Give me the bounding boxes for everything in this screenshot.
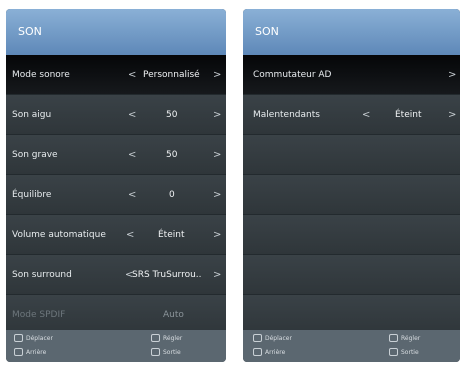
hint-exit: Sortie xyxy=(389,348,419,356)
hint-label: Sortie xyxy=(163,348,181,356)
hint-label: Régler xyxy=(163,334,183,342)
chevron-left-icon[interactable]: < xyxy=(128,69,136,80)
row-label: Son aigu xyxy=(12,109,52,120)
hint-move: Déplacer xyxy=(14,334,53,342)
exit-icon xyxy=(151,348,160,356)
chevron-left-icon[interactable]: < xyxy=(128,189,136,200)
empty-row xyxy=(243,255,460,295)
row-label: Commutateur AD xyxy=(253,69,332,80)
hint-exit: Sortie xyxy=(151,348,181,356)
ok-icon xyxy=(389,334,398,342)
empty-row xyxy=(243,295,460,335)
chevron-left-icon[interactable]: < xyxy=(362,109,370,120)
menu-title: SON xyxy=(243,9,460,55)
row-label: Équilibre xyxy=(12,189,52,200)
chevron-right-icon[interactable]: > xyxy=(213,229,221,240)
row-value: Éteint xyxy=(158,229,185,240)
chevron-right-icon[interactable]: > xyxy=(213,189,221,200)
row-volume-automatique[interactable]: Volume automatique < Éteint > xyxy=(6,215,226,255)
row-label: Malentendants xyxy=(253,109,320,120)
hint-back: Arrière xyxy=(14,348,46,356)
hint-label: Arrière xyxy=(26,348,47,356)
chevron-right-icon[interactable]: > xyxy=(213,149,221,160)
back-icon xyxy=(253,348,262,356)
row-malentendants[interactable]: Malentendants < Éteint > xyxy=(243,95,460,135)
hint-back: Arrière xyxy=(253,348,285,356)
back-icon xyxy=(14,348,23,356)
ok-icon xyxy=(151,334,160,342)
hint-adjust: Régler xyxy=(151,334,182,342)
hint-label: Régler xyxy=(401,334,421,342)
row-value: Auto xyxy=(163,309,184,320)
chevron-left-icon[interactable]: < xyxy=(126,229,134,240)
chevron-left-icon[interactable]: < xyxy=(128,149,136,160)
chevron-right-icon[interactable]: > xyxy=(448,109,456,120)
row-value: 50 xyxy=(166,109,178,120)
sound-menu-panel-left: SON Mode sonore < Personnalisé > Son aig… xyxy=(6,9,226,362)
nav-icon xyxy=(14,334,23,342)
row-mode-spdif: Mode SPDIF Auto xyxy=(6,295,226,335)
row-label: Volume automatique xyxy=(12,229,106,240)
row-equilibre[interactable]: Équilibre < 0 > xyxy=(6,175,226,215)
sound-menu-panel-right: SON Commutateur AD > Malentendants < Éte… xyxy=(243,9,460,362)
row-son-grave[interactable]: Son grave < 50 > xyxy=(6,135,226,175)
hint-label: Déplacer xyxy=(26,334,53,342)
exit-icon xyxy=(389,348,398,356)
nav-icon xyxy=(253,334,262,342)
empty-row xyxy=(243,215,460,255)
row-label: Mode sonore xyxy=(12,69,70,80)
menu-footer: Déplacer Régler Arrière Sortie xyxy=(6,330,226,362)
row-son-aigu[interactable]: Son aigu < 50 > xyxy=(6,95,226,135)
row-son-surround[interactable]: Son surround < SRS TruSurrou.. > xyxy=(6,255,226,295)
row-value: SRS TruSurrou.. xyxy=(132,269,202,280)
chevron-right-icon[interactable]: > xyxy=(213,69,221,80)
row-value: Personnalisé xyxy=(143,69,200,80)
row-label: Son grave xyxy=(12,149,58,160)
hint-label: Sortie xyxy=(401,348,419,356)
row-label: Mode SPDIF xyxy=(12,309,66,320)
hint-move: Déplacer xyxy=(253,334,292,342)
row-value: Éteint xyxy=(395,109,422,120)
row-commutateur-ad[interactable]: Commutateur AD > xyxy=(243,55,460,95)
chevron-right-icon[interactable]: > xyxy=(213,269,221,280)
hint-label: Déplacer xyxy=(265,334,292,342)
menu-footer: Déplacer Régler Arrière Sortie xyxy=(243,330,460,362)
hint-label: Arrière xyxy=(265,348,286,356)
empty-row xyxy=(243,135,460,175)
row-label: Son surround xyxy=(12,269,72,280)
row-value: 0 xyxy=(169,189,175,200)
row-value: 50 xyxy=(166,149,178,160)
chevron-right-icon[interactable]: > xyxy=(213,109,221,120)
row-mode-sonore[interactable]: Mode sonore < Personnalisé > xyxy=(6,55,226,95)
empty-row xyxy=(243,175,460,215)
chevron-right-icon[interactable]: > xyxy=(448,69,456,80)
chevron-left-icon[interactable]: < xyxy=(128,109,136,120)
menu-title: SON xyxy=(6,9,226,55)
hint-adjust: Régler xyxy=(389,334,420,342)
